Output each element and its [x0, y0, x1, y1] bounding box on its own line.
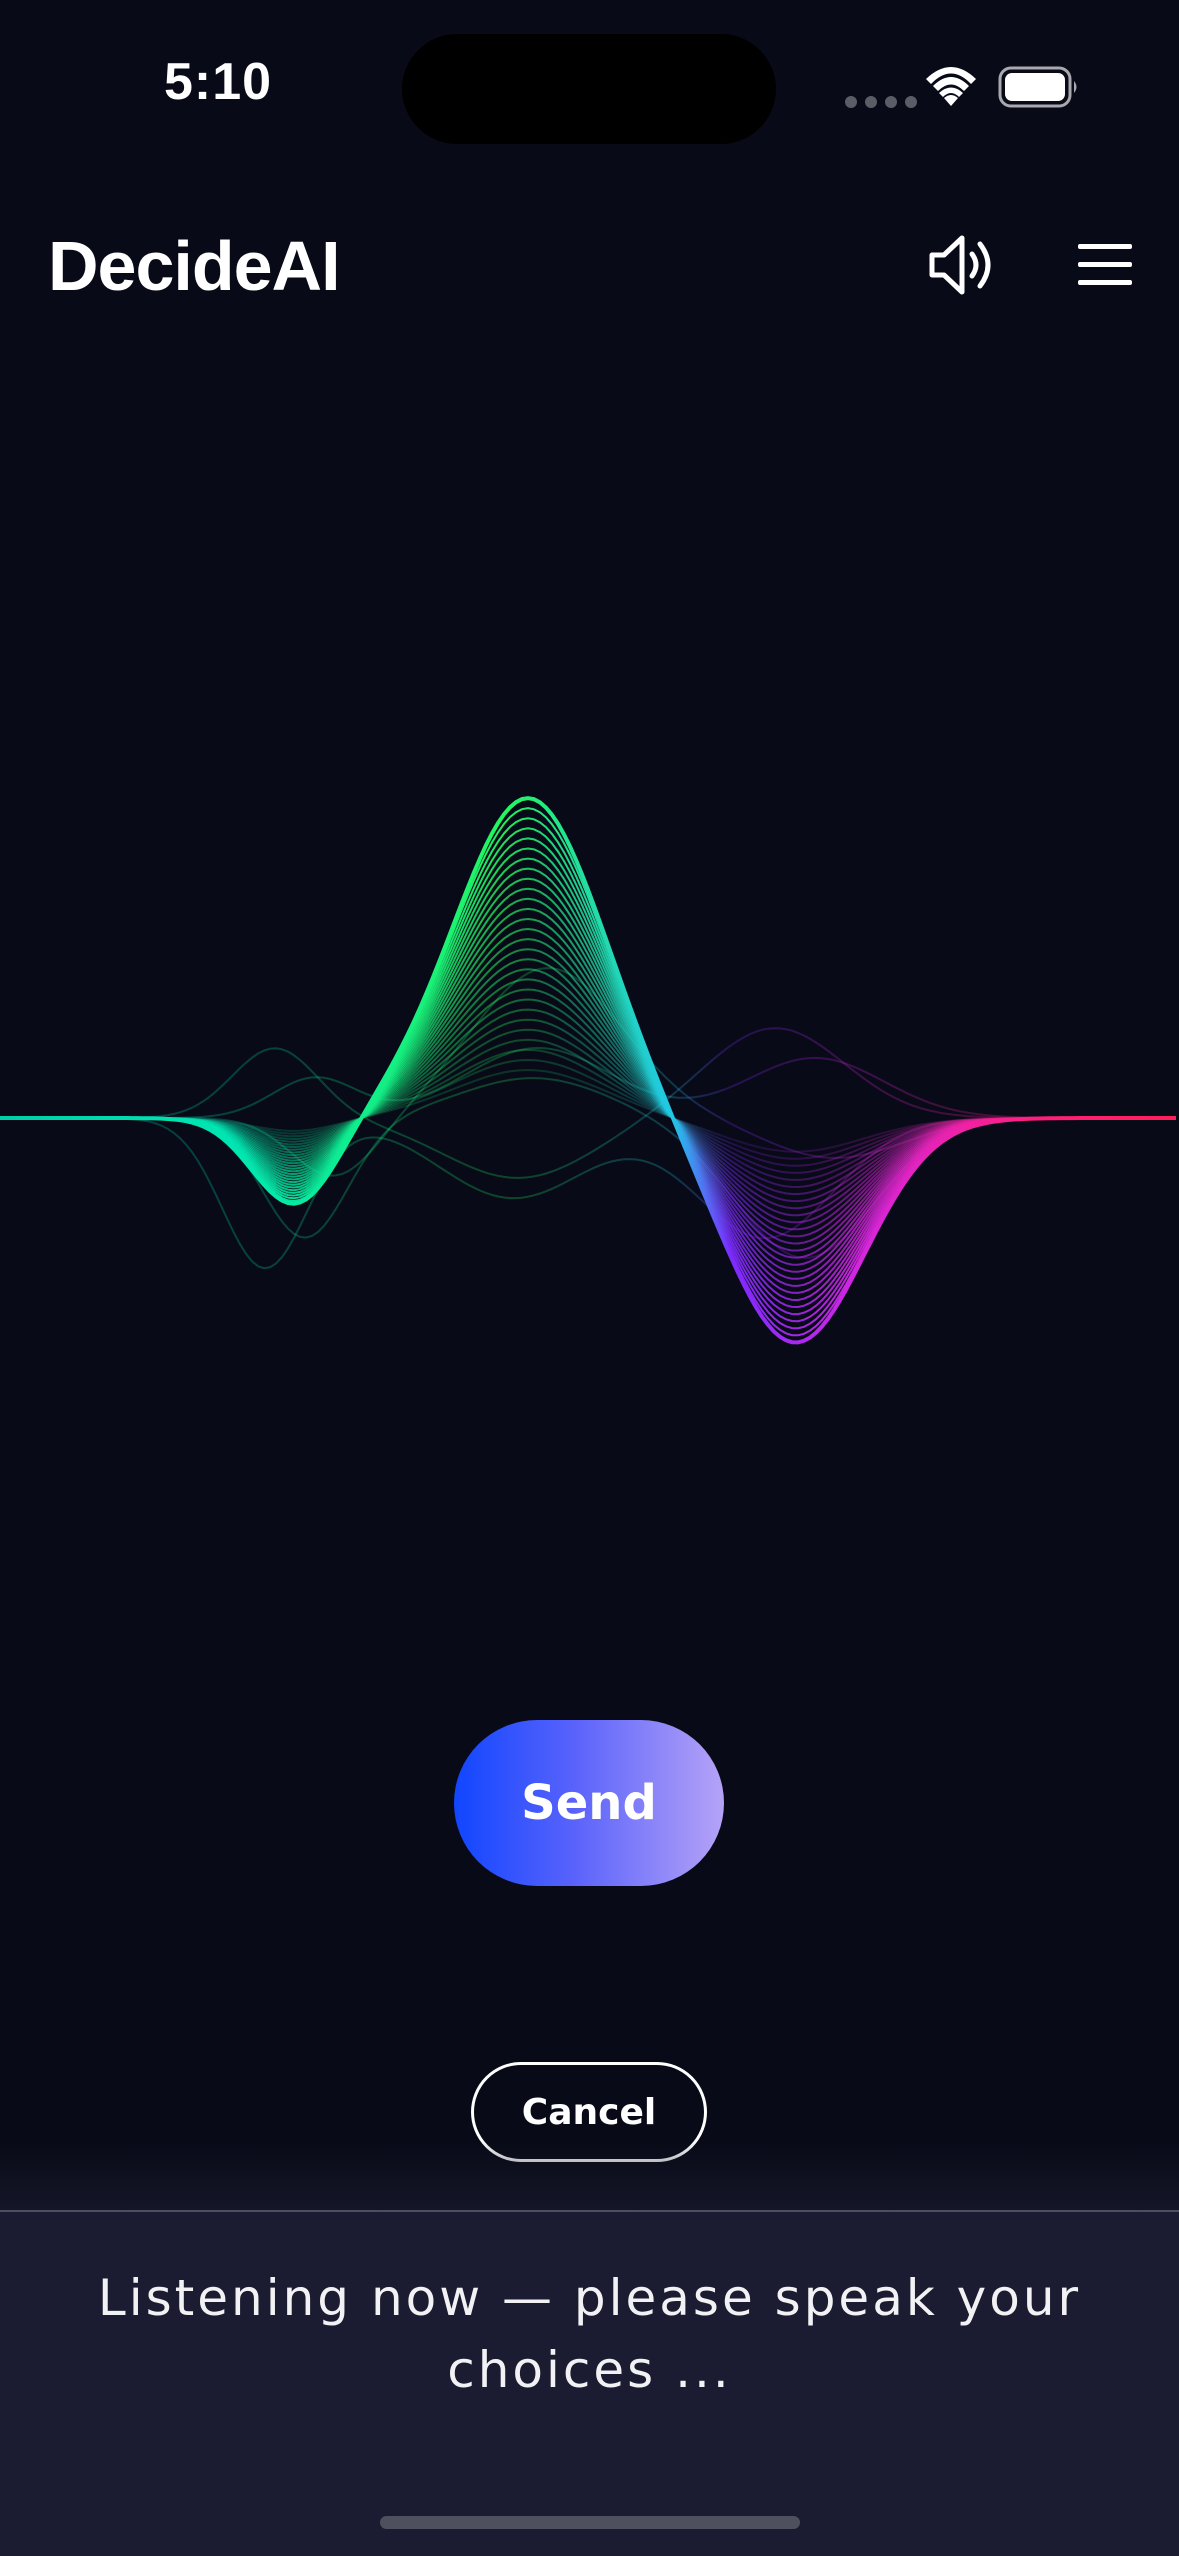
hamburger-menu-icon[interactable] [1074, 238, 1136, 292]
app-title: DecideAI [48, 227, 341, 305]
wifi-icon [926, 67, 976, 106]
home-indicator[interactable] [380, 2516, 800, 2529]
waveform-line [0, 968, 1176, 1224]
listening-panel: Listening now — please speak your choice… [0, 2210, 1179, 2556]
panel-fade [0, 2140, 1179, 2210]
speaker-volume-icon[interactable] [926, 228, 1000, 302]
waveform-line [0, 1077, 1176, 1259]
waveform-line [0, 1008, 1176, 1195]
waveform-line [0, 1068, 1176, 1153]
status-time: 5:10 [164, 53, 273, 111]
audio-waveform [0, 796, 1176, 1345]
battery-icon [998, 66, 1077, 108]
status-bar: 5:10 [0, 0, 1179, 180]
waveform-line [0, 1028, 1176, 1181]
waveform-line [0, 1048, 1176, 1167]
waveform-line [0, 1027, 1176, 1179]
waveform-line [0, 988, 1176, 1210]
waveform-line [0, 978, 1176, 1217]
dynamic-island [402, 34, 776, 144]
waveform-line [0, 948, 1176, 1238]
waveform-line [0, 1038, 1176, 1174]
app-header: DecideAI [0, 200, 1179, 330]
listening-status-text: Listening now — please speak your choice… [97, 2269, 1082, 2399]
waveform-line [0, 1058, 1176, 1160]
waveform-line [0, 958, 1176, 1231]
send-button[interactable]: Send [454, 1720, 724, 1886]
waveform-line [0, 1018, 1176, 1189]
cellular-signal-icon [845, 96, 917, 108]
waveform-line [0, 1117, 1176, 1270]
